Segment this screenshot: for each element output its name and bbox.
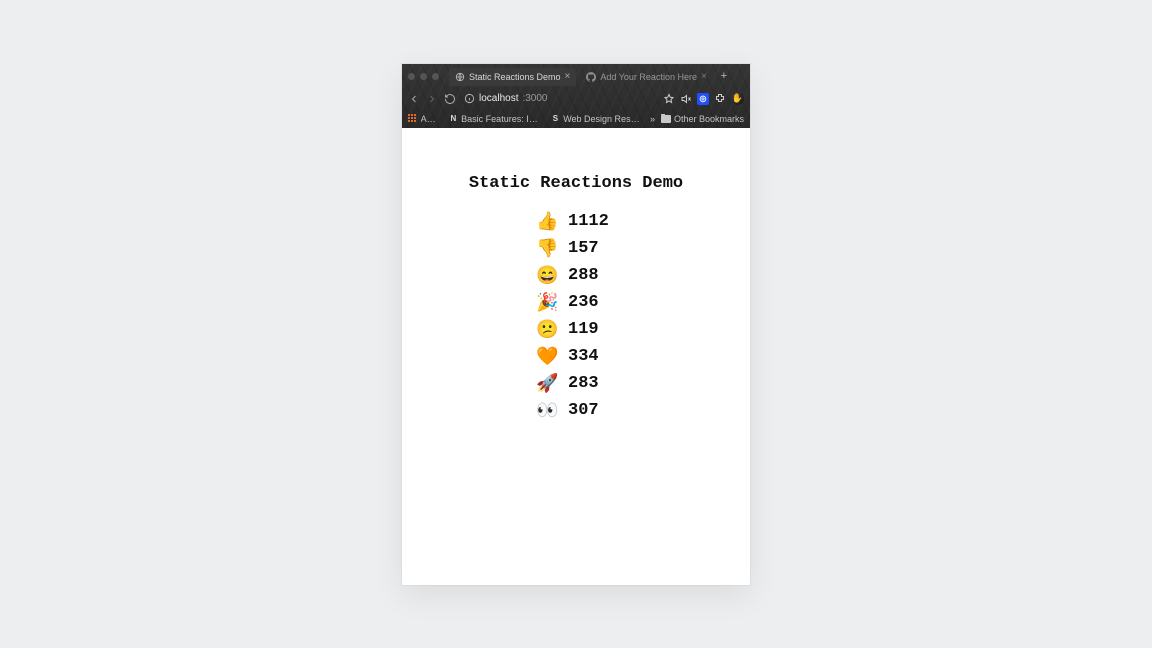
reload-icon[interactable] xyxy=(444,93,456,105)
page-title: Static Reactions Demo xyxy=(402,174,750,193)
window-zoom-dot[interactable] xyxy=(432,73,439,80)
reaction-thumbs-down: 👎 157 xyxy=(536,240,616,258)
github-icon xyxy=(586,72,596,82)
reaction-heart: 🧡 334 xyxy=(536,348,616,366)
reaction-confused: 😕 119 xyxy=(536,321,616,339)
letter-n-icon: N xyxy=(448,114,458,124)
browser-chrome: Static Reactions Demo × Add Your Reactio… xyxy=(402,64,750,128)
toolbar-right: ◎ ✋ xyxy=(663,92,744,105)
thumbs-up-emoji-icon: 👍 xyxy=(536,213,558,231)
reaction-count: 119 xyxy=(568,321,608,338)
extension-badge-icon[interactable]: ◎ xyxy=(697,93,709,105)
reaction-thumbs-up: 👍 1112 xyxy=(536,213,616,231)
tab-inactive[interactable]: Add Your Reaction Here × xyxy=(580,68,712,86)
reaction-rocket: 🚀 283 xyxy=(536,375,616,393)
reaction-count: 1112 xyxy=(568,213,609,230)
apps-label: Apps xyxy=(421,114,441,124)
star-icon[interactable] xyxy=(663,93,675,105)
reaction-count: 283 xyxy=(568,375,608,392)
close-icon[interactable]: × xyxy=(565,72,571,82)
extensions-icon[interactable] xyxy=(714,93,726,105)
tada-emoji-icon: 🎉 xyxy=(536,294,558,312)
other-bookmarks-label: Other Bookmarks xyxy=(674,114,744,124)
reaction-count: 236 xyxy=(568,294,608,311)
reaction-laugh: 😄 288 xyxy=(536,267,616,285)
tab-active[interactable]: Static Reactions Demo × xyxy=(449,68,576,86)
bookmark-item[interactable]: N Basic Features: Im… xyxy=(448,114,542,124)
bookmark-label: Web Design Reso… xyxy=(563,114,642,124)
back-icon[interactable] xyxy=(408,93,420,105)
apps-grid-icon xyxy=(408,114,418,124)
eyes-emoji-icon: 👀 xyxy=(536,402,558,420)
folder-icon xyxy=(661,115,671,123)
heart-emoji-icon: 🧡 xyxy=(536,348,558,366)
page-content: Static Reactions Demo 👍 1112 👎 157 😄 288 🎉 236 😕… xyxy=(402,128,750,585)
new-tab-button[interactable]: + xyxy=(717,70,731,84)
window-controls[interactable] xyxy=(408,73,439,80)
nav-controls xyxy=(408,93,456,105)
bookmark-item[interactable]: S Web Design Reso… xyxy=(551,114,642,124)
reaction-tada: 🎉 236 xyxy=(536,294,616,312)
mute-icon[interactable] xyxy=(680,93,692,105)
reaction-count: 157 xyxy=(568,240,608,257)
browser-window: Static Reactions Demo × Add Your Reactio… xyxy=(402,64,750,585)
globe-icon xyxy=(455,72,465,82)
reaction-count: 307 xyxy=(568,402,608,419)
confused-emoji-icon: 😕 xyxy=(536,321,558,339)
apps-button[interactable]: Apps xyxy=(408,114,440,124)
address-bar-row: localhost :3000 ◎ ✋ xyxy=(402,88,750,110)
address-bar[interactable]: localhost :3000 xyxy=(462,93,657,104)
forward-icon[interactable] xyxy=(426,93,438,105)
window-minimize-dot[interactable] xyxy=(420,73,427,80)
reactions-list: 👍 1112 👎 157 😄 288 🎉 236 😕 119 🧡 334 🚀 283 👀 307 xyxy=(402,213,750,420)
tabs-row: Static Reactions Demo × Add Your Reactio… xyxy=(402,64,750,88)
reaction-count: 288 xyxy=(568,267,608,284)
site-info-icon[interactable] xyxy=(464,93,475,104)
profile-avatar[interactable]: ✋ xyxy=(731,92,744,105)
url-port: :3000 xyxy=(522,93,547,104)
bookmarks-bar: Apps N Basic Features: Im… S Web Design … xyxy=(402,110,750,128)
laugh-emoji-icon: 😄 xyxy=(536,267,558,285)
bookmarks-overflow[interactable]: » xyxy=(650,114,655,124)
close-icon[interactable]: × xyxy=(701,72,707,82)
tab-label: Static Reactions Demo xyxy=(469,72,561,82)
thumbs-down-emoji-icon: 👎 xyxy=(536,240,558,258)
other-bookmarks[interactable]: Other Bookmarks xyxy=(661,114,744,124)
url-host: localhost xyxy=(479,93,518,104)
window-close-dot[interactable] xyxy=(408,73,415,80)
reaction-count: 334 xyxy=(568,348,608,365)
tab-label: Add Your Reaction Here xyxy=(600,72,697,82)
letter-s-icon: S xyxy=(551,114,561,124)
bookmark-label: Basic Features: Im… xyxy=(461,114,542,124)
rocket-emoji-icon: 🚀 xyxy=(536,375,558,393)
reaction-eyes: 👀 307 xyxy=(536,402,616,420)
